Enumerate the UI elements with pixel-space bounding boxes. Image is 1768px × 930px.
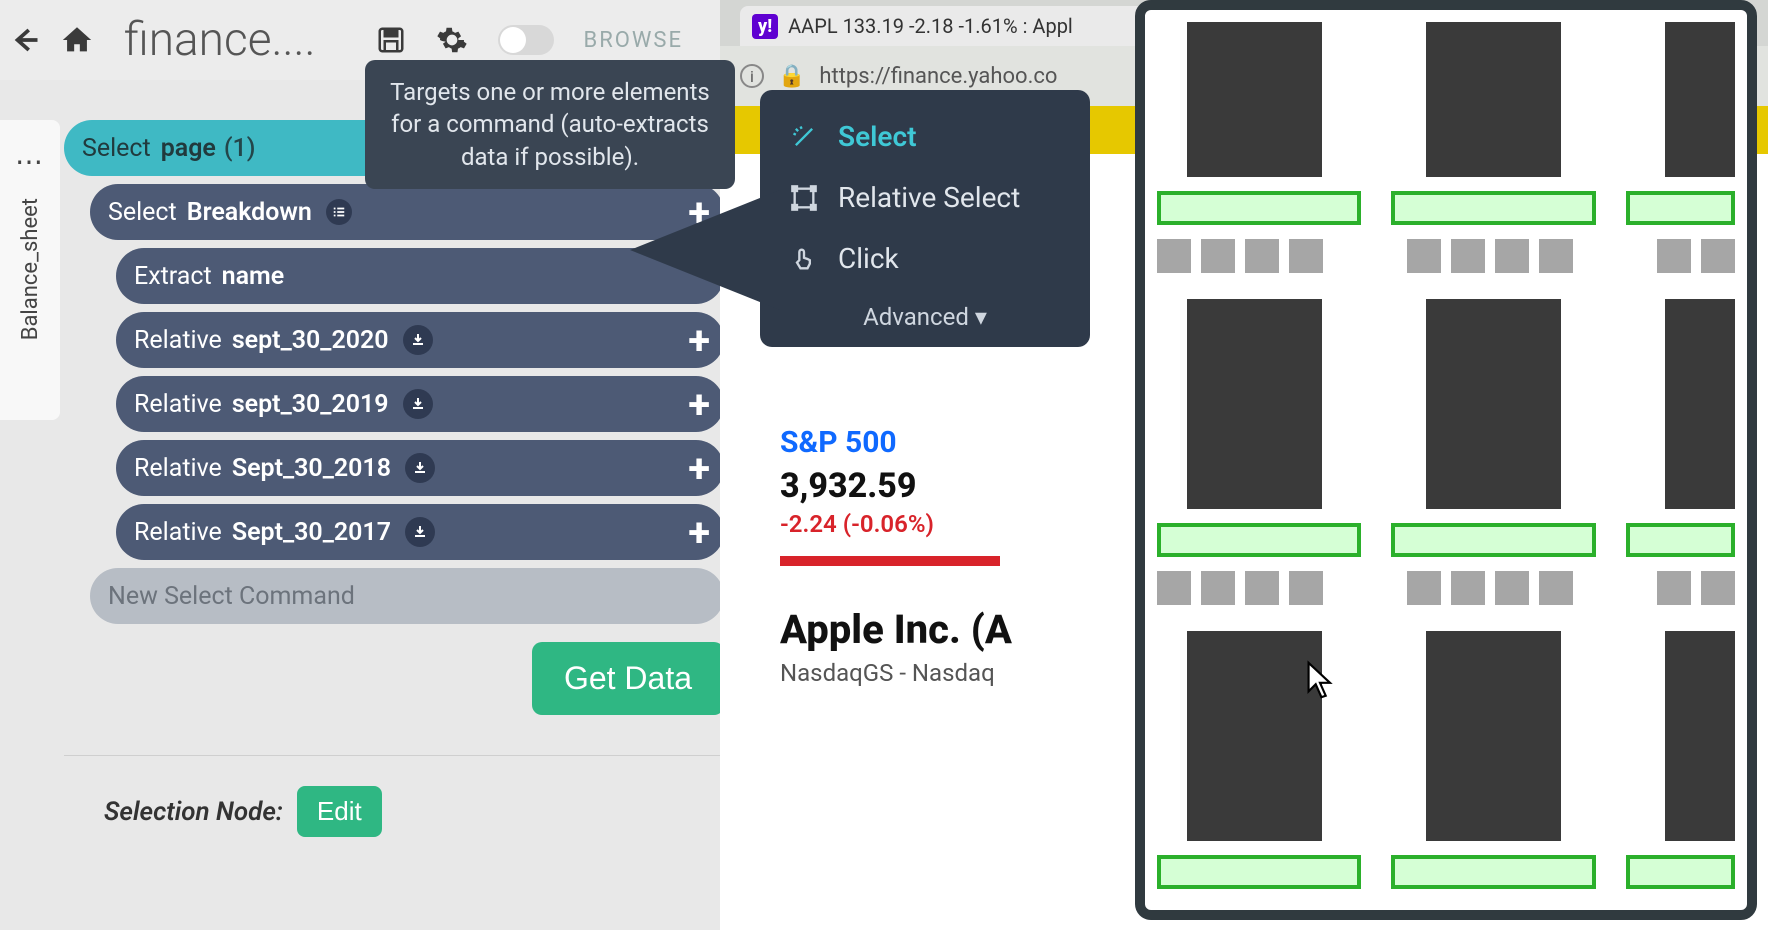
wireframe-block xyxy=(1187,631,1322,841)
url-text[interactable]: https://finance.yahoo.co xyxy=(819,64,1057,89)
cmd-count: (1) xyxy=(224,134,256,163)
cmd-keyword: Relative xyxy=(134,454,222,483)
cmd-value: Sept_30_2017 xyxy=(232,518,391,547)
wand-icon xyxy=(788,123,820,151)
click-icon xyxy=(788,245,820,273)
cmd-relative-2020[interactable]: Relative sept_30_2020 + xyxy=(116,312,724,368)
cmd-keyword: Select xyxy=(108,198,177,227)
cmd-value: Sept_30_2018 xyxy=(232,454,391,483)
preview-overlay xyxy=(1135,0,1757,920)
page-title: finance.... xyxy=(124,13,316,67)
browse-label: BROWSE xyxy=(584,28,683,53)
ctx-label: Relative Select xyxy=(838,181,1020,214)
plus-icon[interactable]: + xyxy=(688,317,710,364)
cmd-value: page xyxy=(161,134,216,163)
browse-toggle[interactable] xyxy=(498,25,554,55)
edit-button[interactable]: Edit xyxy=(297,786,382,837)
wireframe-highlight xyxy=(1157,855,1361,889)
browser-tab[interactable]: y! AAPL 133.19 -2.18 -1.61% : Appl xyxy=(740,6,1180,46)
new-select-input[interactable]: New Select Command xyxy=(90,568,724,624)
plus-icon[interactable]: + xyxy=(688,509,710,556)
cmd-value: sept_30_2019 xyxy=(232,390,389,419)
cmd-select-breakdown[interactable]: Select Breakdown + xyxy=(90,184,724,240)
wireframe-highlight xyxy=(1391,855,1595,889)
relative-select-icon xyxy=(788,184,820,212)
wireframe-highlight xyxy=(1157,523,1361,557)
save-icon[interactable] xyxy=(376,25,406,55)
cmd-keyword: Select xyxy=(82,134,151,163)
tooltip: Targets one or more elements for a comma… xyxy=(365,60,735,189)
caret-down-icon: ▾ xyxy=(975,303,987,331)
ctx-label: Select xyxy=(838,120,917,153)
selection-node-label: Selection Node: xyxy=(104,797,283,827)
cmd-keyword: Relative xyxy=(134,390,222,419)
new-select-placeholder: New Select Command xyxy=(108,582,355,611)
command-panel: Select page (1) + Select Breakdown + Ext… xyxy=(64,120,724,837)
cmd-value: name xyxy=(222,262,285,291)
wireframe-block xyxy=(1665,22,1735,177)
advanced-label: Advanced xyxy=(863,303,969,331)
download-icon[interactable] xyxy=(405,453,435,483)
wireframe-highlight xyxy=(1626,191,1735,225)
home-icon[interactable] xyxy=(60,23,94,57)
wireframe-block xyxy=(1426,22,1561,177)
ctx-item-click[interactable]: Click xyxy=(760,228,1090,289)
back-arrow-icon[interactable] xyxy=(10,25,40,55)
cmd-keyword: Relative xyxy=(134,326,222,355)
yahoo-favicon-icon: y! xyxy=(752,14,778,39)
get-data-button[interactable]: Get Data xyxy=(532,642,724,715)
wireframe-block xyxy=(1426,299,1561,509)
wireframe-highlight xyxy=(1391,523,1595,557)
wireframe-highlight xyxy=(1626,855,1735,889)
cmd-relative-2017[interactable]: Relative Sept_30_2017 + xyxy=(116,504,724,560)
cmd-keyword: Relative xyxy=(134,518,222,547)
ctx-label: Click xyxy=(838,242,899,275)
progress-bar xyxy=(780,556,1000,566)
ctx-item-select[interactable]: Select xyxy=(760,106,1090,167)
drag-handle-icon[interactable]: ⋯ xyxy=(15,145,45,178)
cmd-value: sept_30_2020 xyxy=(232,326,389,355)
wireframe-highlight xyxy=(1391,191,1595,225)
list-icon[interactable] xyxy=(326,199,352,225)
download-icon[interactable] xyxy=(403,325,433,355)
lock-icon: 🔒 xyxy=(778,64,805,89)
side-tab-label: Balance_sheet xyxy=(18,198,43,340)
tab-title: AAPL 133.19 -2.18 -1.61% : Appl xyxy=(788,14,1073,38)
cmd-keyword: Extract xyxy=(134,262,212,291)
cursor-icon xyxy=(1305,660,1335,709)
selection-node-row: Selection Node: Edit xyxy=(64,786,724,837)
download-icon[interactable] xyxy=(403,389,433,419)
info-icon[interactable]: i xyxy=(740,64,764,88)
plus-icon[interactable]: + xyxy=(688,445,710,492)
plus-icon[interactable]: + xyxy=(688,381,710,428)
cmd-relative-2019[interactable]: Relative sept_30_2019 + xyxy=(116,376,724,432)
cmd-relative-2018[interactable]: Relative Sept_30_2018 + xyxy=(116,440,724,496)
gear-icon[interactable] xyxy=(436,24,468,56)
wireframe-highlight xyxy=(1157,191,1361,225)
wireframe-block xyxy=(1426,631,1561,841)
wireframe-block xyxy=(1187,299,1322,509)
download-icon[interactable] xyxy=(405,517,435,547)
context-menu: Select Relative Select Click Advanced ▾ xyxy=(760,90,1090,347)
side-tab[interactable]: ⋯ Balance_sheet xyxy=(0,120,60,420)
cmd-value: Breakdown xyxy=(187,198,312,227)
ctx-advanced[interactable]: Advanced ▾ xyxy=(760,289,1090,331)
wireframe-block xyxy=(1665,299,1735,509)
wireframe-block xyxy=(1665,631,1735,841)
wireframe-highlight xyxy=(1626,523,1735,557)
divider xyxy=(64,755,724,756)
wireframe-block xyxy=(1187,22,1322,177)
ctx-item-relative-select[interactable]: Relative Select xyxy=(760,167,1090,228)
